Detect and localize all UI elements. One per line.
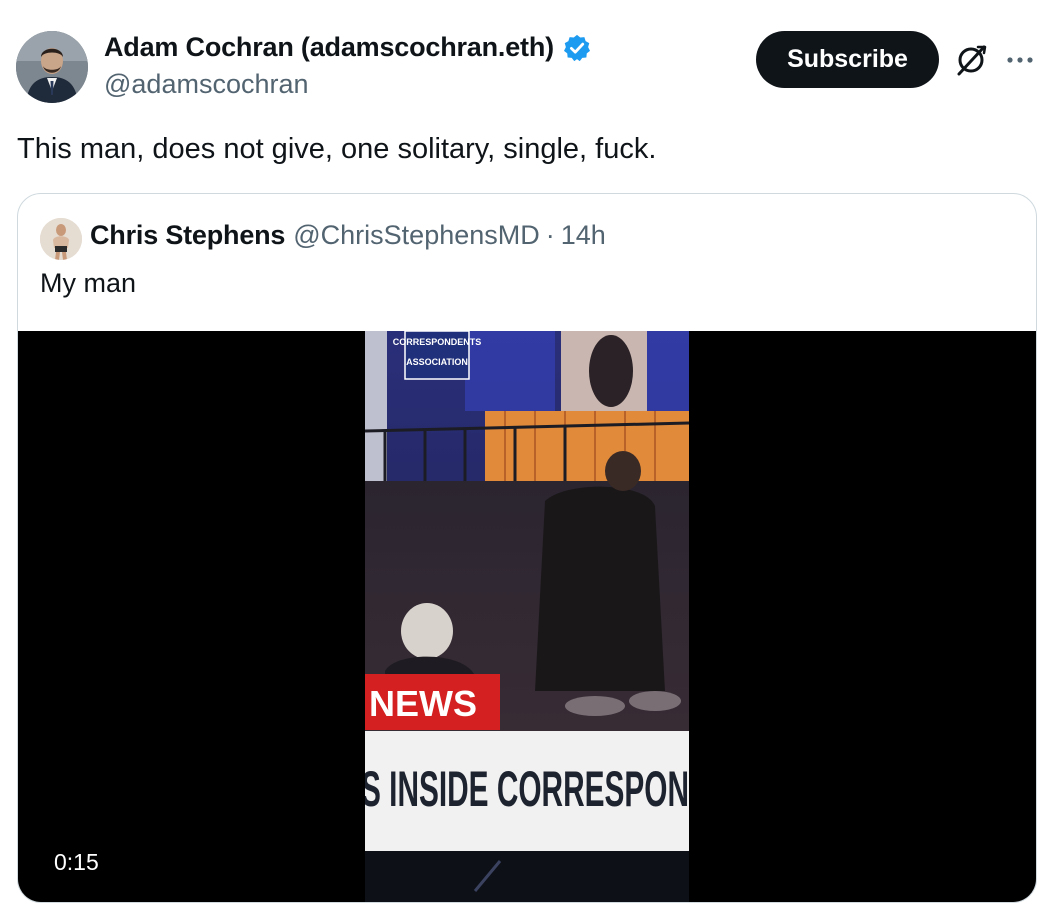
svg-text:ASSOCIATION: ASSOCIATION [406,357,468,367]
quoted-timestamp[interactable]: 14h [561,220,606,251]
quoted-text: My man [40,268,137,298]
tweet-text: This man, does not give, one solitary, s… [17,133,657,165]
verified-badge-icon[interactable] [562,33,592,63]
quoted-avatar-photo [40,218,82,260]
svg-text:NEWS: NEWS [369,683,477,724]
svg-text:S INSIDE CORRESPON: S INSIDE CORRESPON [365,761,689,817]
subscribe-button[interactable]: Subscribe [756,31,939,88]
video-duration: 0:15 [54,849,99,875]
svg-text:CORRESPONDENTS: CORRESPONDENTS [393,337,482,347]
video-thumbnail: CORRESPONDENTS ASSOCIATION NEWS S INSIDE… [365,331,689,902]
video-player[interactable]: CORRESPONDENTS ASSOCIATION NEWS S INSIDE… [18,331,1036,902]
time-separator: · [545,220,555,250]
quoted-header: Chris Stephens @ChrisStephensMD · 14h [90,220,606,251]
avatar-photo [16,31,88,103]
author-handle[interactable]: @adamscochran [104,69,309,100]
more-icon[interactable] [1006,48,1034,72]
author-avatar[interactable] [16,31,88,103]
author-name-text: Adam Cochran (adamscochran.eth) [104,32,554,62]
quoted-author-avatar[interactable] [40,218,82,260]
video-frame: CORRESPONDENTS ASSOCIATION NEWS S INSIDE… [365,331,689,902]
grok-icon[interactable] [954,43,988,77]
quoted-tweet-card[interactable]: Chris Stephens @ChrisStephensMD · 14h My… [17,193,1037,903]
author-display-name[interactable]: Adam Cochran (adamscochran.eth) [104,32,592,63]
quoted-handle[interactable]: @ChrisStephensMD [293,220,540,251]
quoted-display-name[interactable]: Chris Stephens [90,220,285,251]
